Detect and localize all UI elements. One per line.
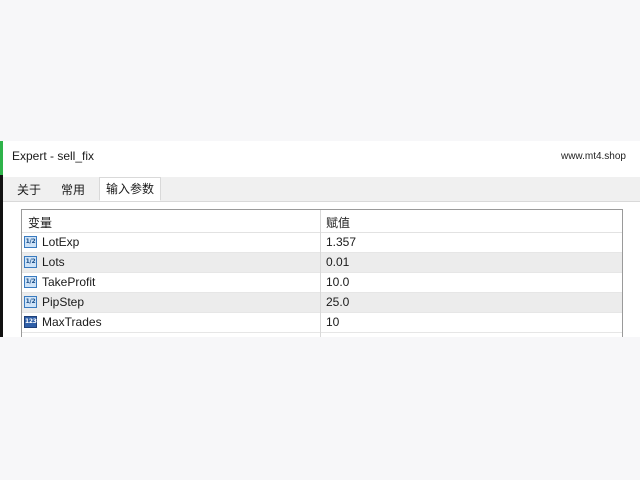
expert-properties-window: Expert - sell_fix www.mt4.shop 关于 常用 输入参…: [0, 141, 640, 337]
tab-input-parameters[interactable]: 输入参数: [99, 177, 162, 201]
column-header-variable[interactable]: 变量: [28, 214, 52, 231]
tab-common[interactable]: 常用: [55, 180, 91, 200]
integer-type-icon: 123: [24, 316, 37, 328]
window-title: Expert - sell_fix: [12, 149, 95, 163]
table-row[interactable]: 1/2 Lots 0.01: [22, 253, 622, 273]
param-value[interactable]: 10.0: [326, 275, 349, 289]
double-type-icon: 1/2: [24, 236, 37, 248]
table-row[interactable]: 1/2 TakeProfit 10.0: [22, 273, 622, 293]
param-value[interactable]: 25.0: [326, 295, 349, 309]
table-row[interactable]: 123 MaxTrades 10: [22, 313, 622, 333]
watermark-text: www.mt4.shop: [560, 151, 626, 162]
double-type-icon: 1/2: [24, 296, 37, 308]
parameters-panel: 变量 赋值 1/2 LotExp 1.357 1/2 Lots 0.01 1/2…: [3, 202, 640, 337]
parameters-grid[interactable]: 变量 赋值 1/2 LotExp 1.357 1/2 Lots 0.01 1/2…: [21, 209, 623, 337]
param-value[interactable]: 0.01: [326, 255, 349, 269]
table-row[interactable]: 1/2 PipStep 25.0: [22, 293, 622, 313]
param-name: PipStep: [42, 295, 85, 309]
param-value[interactable]: 1.357: [326, 235, 356, 249]
column-header-value[interactable]: 赋值: [326, 214, 350, 231]
param-name: LotExp: [42, 235, 80, 249]
param-name: Lots: [42, 255, 65, 269]
screen: Expert - sell_fix www.mt4.shop 关于 常用 输入参…: [0, 0, 640, 480]
grid-header: 变量 赋值: [22, 210, 622, 233]
column-divider[interactable]: [320, 210, 321, 337]
title-bar[interactable]: Expert - sell_fix www.mt4.shop: [3, 141, 640, 173]
param-name: MaxTrades: [42, 315, 102, 329]
table-row[interactable]: 1/2 LotExp 1.357: [22, 233, 622, 253]
tab-about[interactable]: 关于: [11, 180, 47, 200]
double-type-icon: 1/2: [24, 276, 37, 288]
param-value[interactable]: 10: [326, 315, 339, 329]
tab-strip: 关于 常用 输入参数: [3, 177, 640, 202]
double-type-icon: 1/2: [24, 256, 37, 268]
param-name: TakeProfit: [42, 275, 96, 289]
